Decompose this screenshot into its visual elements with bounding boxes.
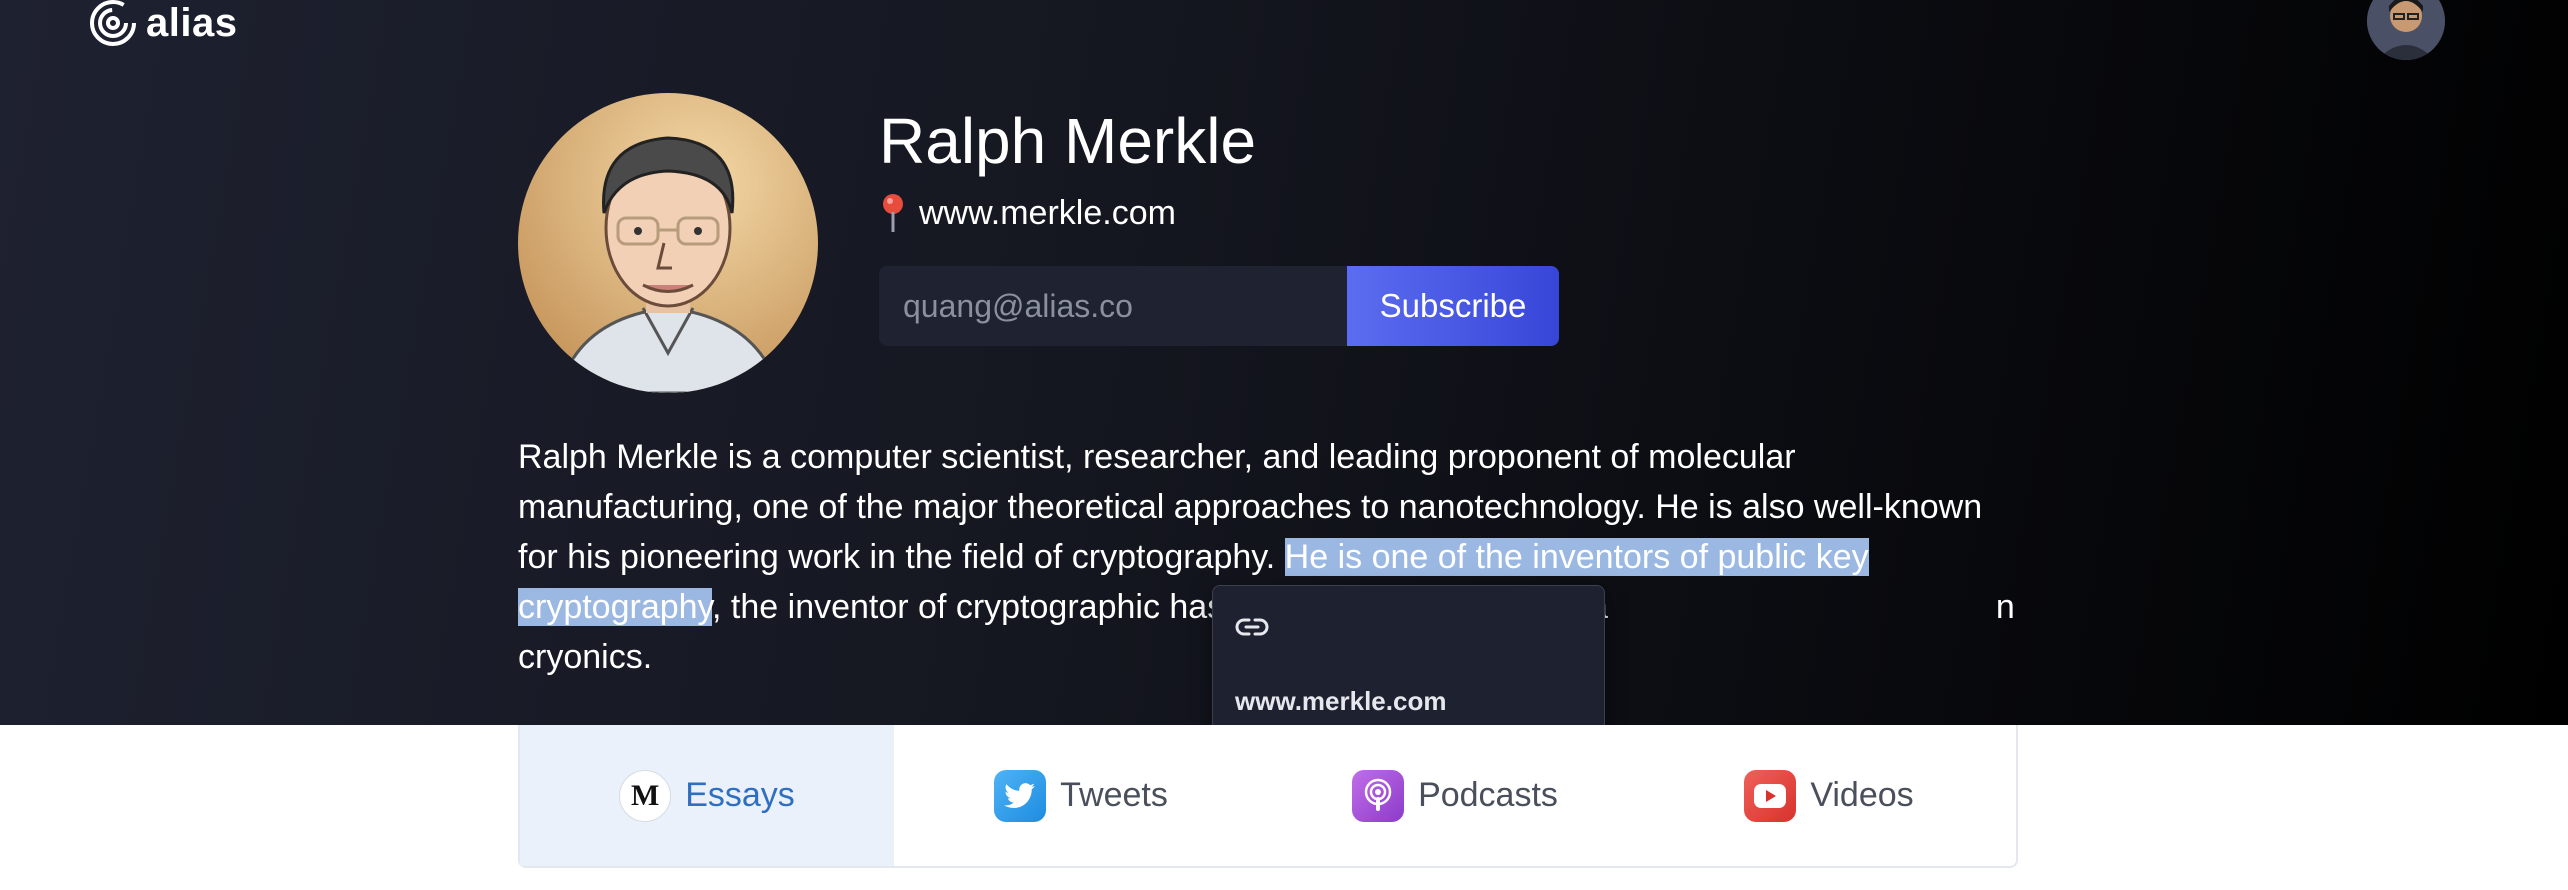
user-avatar[interactable] [2367,0,2445,60]
profile-photo [518,93,818,393]
profile-hero: alias Ralph Merkle www.merkle.com quang@… [0,0,2568,750]
link-icon[interactable] [1235,610,1269,644]
location-pin-icon [883,194,903,232]
podcast-icon [1352,769,1405,822]
tab-tweets-label: Tweets [1060,776,1168,814]
tab-podcasts-label: Podcasts [1418,776,1558,814]
alias-logo[interactable]: alias [88,0,237,48]
brand-name: alias [146,0,238,45]
tab-videos-label: Videos [1810,776,1914,814]
profile-website[interactable]: www.merkle.com [879,191,1176,235]
tab-videos[interactable]: Videos [1642,725,2016,866]
popup-link-url[interactable]: www.merkle.com [1235,686,1446,717]
subscribe-button[interactable]: Subscribe [1347,266,1559,346]
youtube-icon [1744,769,1797,822]
content-tabs: M Essays Tweets Podcasts Videos [518,725,2018,868]
subscribe-form: Subscribe [879,266,1559,346]
twitter-icon [994,769,1047,822]
email-input[interactable] [879,266,1347,346]
medium-icon: M [619,769,672,822]
alias-logo-icon [90,0,136,46]
profile-website-text: www.merkle.com [919,194,1176,232]
tab-essays-label: Essays [685,776,795,814]
tab-podcasts[interactable]: Podcasts [1268,725,1642,866]
tab-essays[interactable]: M Essays [520,725,894,866]
profile-name: Ralph Merkle [879,105,1257,177]
tab-tweets[interactable]: Tweets [894,725,1268,866]
